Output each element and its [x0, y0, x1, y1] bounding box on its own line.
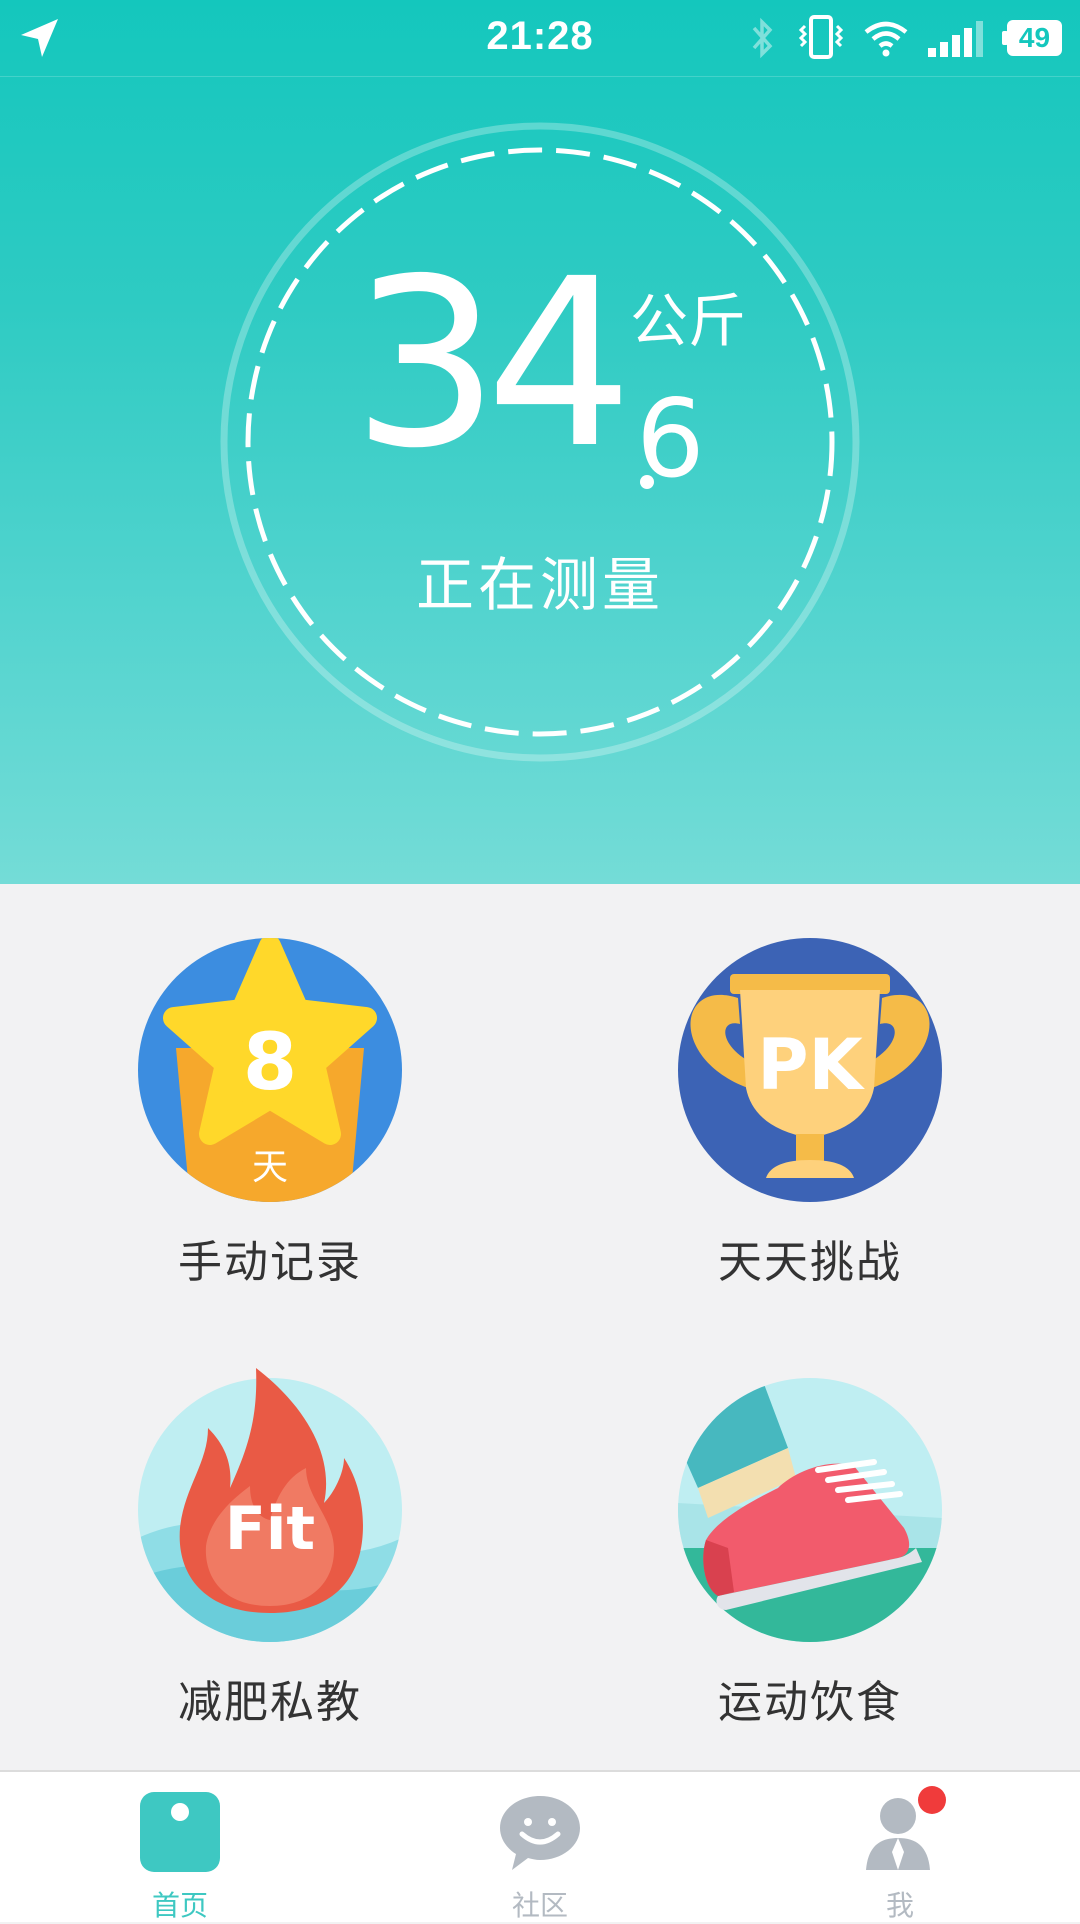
battery-icon: 49	[1002, 20, 1062, 56]
chat-bubble-icon	[500, 1796, 580, 1870]
measuring-status: 正在测量	[415, 551, 664, 619]
nav-home-label: 首页	[151, 1889, 208, 1922]
weight-unit: 公斤	[630, 287, 747, 355]
feature-weight-coach[interactable]: Fit 减肥私教	[120, 1368, 420, 1730]
sneaker-icon	[678, 1378, 942, 1642]
nav-community[interactable]: 社区	[440, 1772, 640, 1922]
feature-exercise-diet[interactable]: 运动饮食	[660, 1378, 960, 1730]
fit-badge: Fit	[224, 1494, 316, 1564]
weight-hero: 21:28 49 34 6 公斤 正在测量	[0, 0, 1080, 884]
notification-dot	[918, 1786, 946, 1814]
nav-me[interactable]: 我	[800, 1772, 1000, 1922]
battery-level: 49	[1007, 20, 1062, 56]
streak-unit: 天	[251, 1147, 288, 1188]
status-divider	[0, 76, 1080, 77]
wifi-icon	[864, 21, 908, 57]
weight-decimal: 6	[636, 377, 705, 502]
feature-manual-record[interactable]: 8 天 手动记录	[120, 938, 420, 1290]
bluetooth-icon	[752, 17, 773, 59]
signal-icon	[928, 21, 983, 57]
trophy-icon: PK	[678, 938, 942, 1202]
feature-label: 运动饮食	[718, 1677, 902, 1728]
status-time: 21:28	[486, 14, 594, 58]
flame-icon: Fit	[138, 1368, 402, 1642]
star-badge-icon: 8 天	[138, 938, 402, 1202]
feature-label: 减肥私教	[178, 1677, 362, 1728]
vibrate-icon	[798, 15, 844, 59]
streak-days: 8	[242, 1018, 298, 1108]
nav-me-label: 我	[885, 1889, 914, 1922]
nav-community-label: 社区	[511, 1889, 568, 1922]
nav-home[interactable]: 首页	[80, 1772, 280, 1922]
feature-daily-challenge[interactable]: PK 天天挑战	[660, 938, 960, 1290]
feature-label: 手动记录	[178, 1237, 362, 1288]
feature-label: 天天挑战	[718, 1237, 902, 1288]
status-bar: 21:28 49	[0, 0, 1080, 76]
weight-integer: 34	[352, 229, 633, 499]
bottom-navigation: 首页 社区 我	[0, 1770, 1080, 1922]
pk-badge: PK	[757, 1024, 863, 1106]
home-scale-icon	[140, 1792, 220, 1872]
